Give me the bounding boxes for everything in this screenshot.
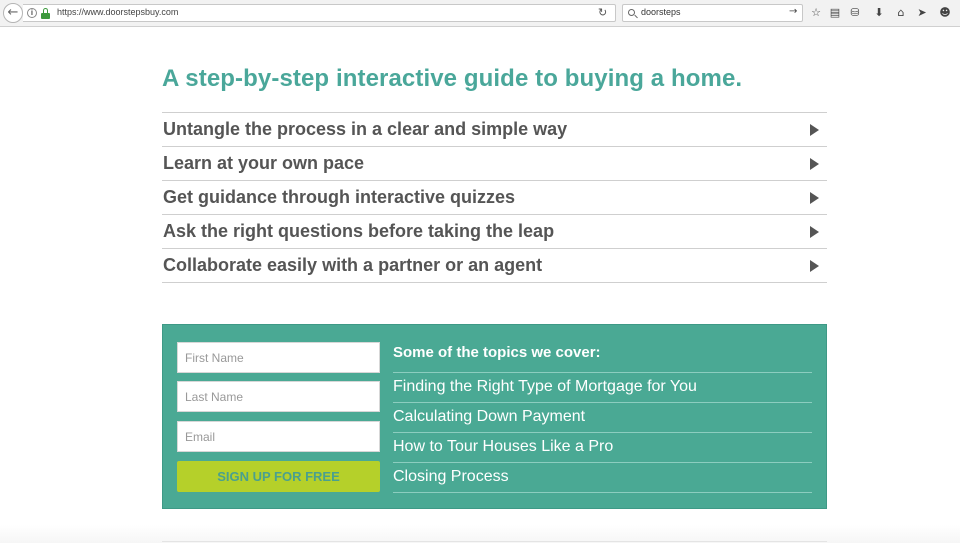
first-name-input[interactable] <box>178 343 379 372</box>
arrow-right-icon[interactable] <box>810 260 819 272</box>
feature-row[interactable]: Untangle the process in a clear and simp… <box>162 113 827 147</box>
reload-icon[interactable]: ↻ <box>598 6 607 19</box>
send-icon[interactable]: ➤ <box>915 5 929 21</box>
divider <box>162 541 827 542</box>
topics-list: Finding the Right Type of Mortgage for Y… <box>393 372 812 493</box>
feature-row[interactable]: Ask the right questions before taking th… <box>162 215 827 249</box>
email-input[interactable] <box>178 422 379 451</box>
feature-label: Collaborate easily with a partner or an … <box>163 255 543 275</box>
signup-panel: SIGN UP FOR FREE Some of the topics we c… <box>162 324 827 509</box>
feature-label: Untangle the process in a clear and simp… <box>163 119 568 139</box>
search-bar[interactable]: doorsteps → <box>622 4 803 22</box>
reading-list-icon[interactable]: ▤ <box>828 5 842 21</box>
feature-label: Get guidance through interactive quizzes <box>163 187 516 207</box>
feature-row[interactable]: Learn at your own pace <box>162 147 827 181</box>
arrow-right-icon[interactable] <box>810 192 819 204</box>
arrow-right-icon[interactable] <box>810 124 819 136</box>
topic-item[interactable]: Finding the Right Type of Mortgage for Y… <box>393 373 812 403</box>
go-arrow-icon[interactable]: → <box>789 6 797 17</box>
arrow-right-icon[interactable] <box>810 158 819 170</box>
topic-item[interactable]: Closing Process <box>393 463 812 493</box>
topic-item[interactable]: How to Tour Houses Like a Pro <box>393 433 812 463</box>
feature-row[interactable]: Collaborate easily with a partner or an … <box>162 249 827 283</box>
search-query[interactable]: doorsteps <box>641 7 681 17</box>
back-arrow-icon[interactable]: ← <box>3 3 23 23</box>
lock-icon <box>41 8 50 19</box>
pocket-icon[interactable]: ⛁ <box>848 5 862 21</box>
arrow-right-icon[interactable] <box>810 226 819 238</box>
feature-label: Ask the right questions before taking th… <box>163 221 555 241</box>
topic-item[interactable]: Calculating Down Payment <box>393 403 812 433</box>
page-headline: A step-by-step interactive guide to buyi… <box>162 65 743 92</box>
address-bar[interactable]: i https://www.doorstepsbuy.com ↻ <box>23 4 616 22</box>
info-icon[interactable]: i <box>27 8 37 18</box>
signup-button[interactable]: SIGN UP FOR FREE <box>177 461 380 492</box>
smiley-icon[interactable]: ☻ <box>938 5 952 21</box>
download-icon[interactable]: ⬇ <box>872 5 886 21</box>
browser-toolbar: ← i https://www.doorstepsbuy.com ↻ doors… <box>0 0 960 27</box>
feature-list: Untangle the process in a clear and simp… <box>162 112 827 283</box>
last-name-field[interactable] <box>177 381 380 412</box>
url-text[interactable]: https://www.doorstepsbuy.com <box>57 7 178 17</box>
star-icon[interactable]: ☆ <box>809 5 823 21</box>
feature-label: Learn at your own pace <box>163 153 365 173</box>
topics-heading: Some of the topics we cover: <box>393 344 601 361</box>
last-name-input[interactable] <box>178 382 379 411</box>
email-field[interactable] <box>177 421 380 452</box>
first-name-field[interactable] <box>177 342 380 373</box>
search-icon <box>628 9 635 16</box>
home-icon[interactable]: ⌂ <box>894 5 908 21</box>
feature-row[interactable]: Get guidance through interactive quizzes <box>162 181 827 215</box>
